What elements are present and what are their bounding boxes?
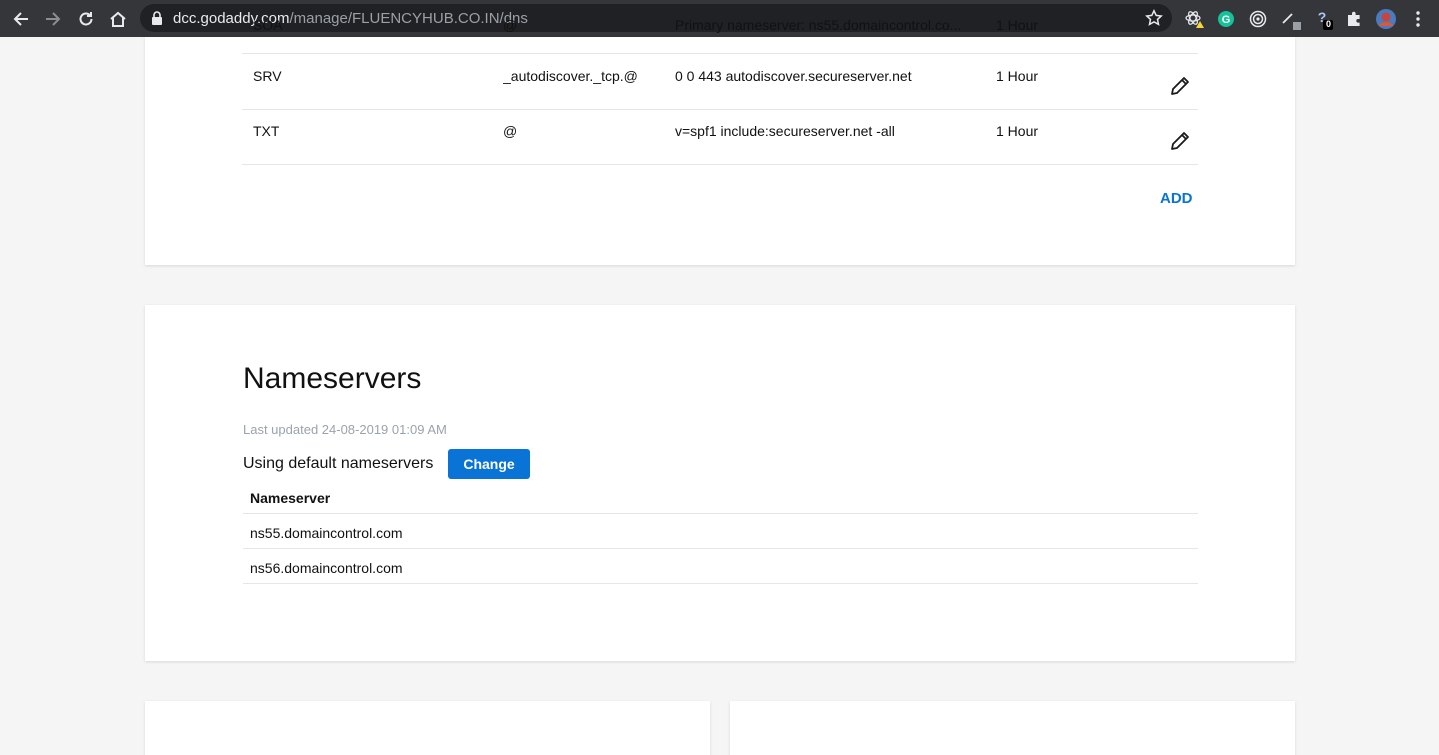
change-nameservers-button[interactable]: Change [448, 449, 530, 479]
record-name: @ [503, 123, 518, 139]
reload-icon[interactable] [75, 8, 97, 30]
table-row: TXT @ v=spf1 include:secureserver.net -a… [242, 110, 1198, 165]
record-ttl: 1 Hour [996, 17, 1039, 33]
record-name: @ [503, 17, 518, 33]
record-type: SRV [253, 68, 282, 84]
home-icon[interactable] [107, 8, 129, 30]
lock-icon [151, 11, 163, 30]
target-extension-icon[interactable] [1247, 8, 1269, 30]
nameserver-value: ns55.domaincontrol.com [250, 525, 403, 541]
record-ttl: 1 Hour [996, 68, 1039, 84]
forward-arrow-icon[interactable] [42, 8, 64, 30]
record-value: 0 0 443 autodiscover.secureserver.net [675, 68, 912, 84]
record-ttl: 1 Hour [996, 123, 1039, 139]
nameservers-card: Nameservers Last updated 24-08-2019 01:0… [145, 305, 1295, 661]
record-value: v=spf1 include:secureserver.net -all [675, 123, 895, 139]
table-row: SRV _autodiscover._tcp.@ 0 0 443 autodis… [242, 54, 1198, 110]
back-arrow-icon[interactable] [10, 8, 32, 30]
extensions-puzzle-icon[interactable] [1343, 8, 1365, 30]
pencil-edit-icon[interactable] [1168, 129, 1192, 153]
last-updated-text: Last updated 24-08-2019 01:09 AM [243, 422, 447, 437]
record-value: Primary nameserver: ns55.domaincontrol.c… [675, 17, 962, 33]
pen-extension-icon[interactable] [1280, 8, 1302, 30]
extension-badge: 0 [1326, 19, 1332, 29]
dns-records-card: SOA @ Primary nameserver: ns55.domaincon… [145, 17, 1295, 265]
svg-text:G: G [1222, 14, 1231, 26]
nameserver-status: Using default nameservers [243, 455, 434, 472]
nameserver-header-row: Nameserver [243, 479, 1198, 514]
menu-kebab-icon[interactable] [1407, 8, 1429, 30]
table-row: ns55.domaincontrol.com [243, 514, 1198, 549]
add-record-button[interactable]: ADD [1160, 190, 1193, 207]
grammarly-extension-icon[interactable]: G [1215, 8, 1237, 30]
profile-avatar[interactable] [1375, 8, 1397, 30]
table-row: SOA @ Primary nameserver: ns55.domaincon… [242, 17, 1198, 54]
record-name: _autodiscover._tcp.@ [503, 68, 638, 84]
bottom-right-card [730, 701, 1295, 755]
table-row: ns56.domaincontrol.com [243, 549, 1198, 584]
nameserver-value: ns56.domaincontrol.com [250, 560, 403, 576]
record-type: SOA [253, 17, 283, 33]
pencil-edit-icon[interactable] [1168, 74, 1192, 98]
help-extension-icon[interactable]: ? 0 [1313, 8, 1335, 30]
nameserver-column-header: Nameserver [250, 490, 331, 506]
nameservers-title: Nameservers [243, 362, 422, 395]
record-type: TXT [253, 123, 280, 139]
bottom-left-card [145, 701, 710, 755]
